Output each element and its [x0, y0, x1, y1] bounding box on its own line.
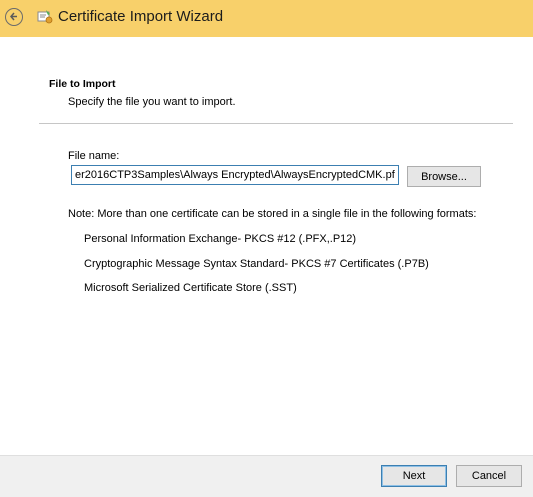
file-name-input[interactable]	[71, 165, 399, 185]
formats-note: Note: More than one certificate can be s…	[68, 208, 477, 220]
format-item-p7b: Cryptographic Message Syntax Standard- P…	[84, 258, 429, 270]
header-divider	[39, 123, 513, 124]
format-item-sst: Microsoft Serialized Certificate Store (…	[84, 282, 297, 294]
back-arrow-icon	[10, 12, 17, 21]
back-button[interactable]	[5, 8, 23, 26]
section-subtitle: Specify the file you want to import.	[68, 96, 236, 108]
section-title: File to Import	[49, 78, 116, 90]
file-name-label: File name:	[68, 150, 120, 162]
footer-bar: Next Cancel	[0, 455, 533, 497]
next-button[interactable]: Next	[381, 465, 447, 487]
format-item-pfx: Personal Information Exchange- PKCS #12 …	[84, 233, 357, 245]
browse-button[interactable]: Browse...	[407, 166, 481, 187]
title-bar: Certificate Import Wizard	[0, 0, 533, 37]
window-title: Certificate Import Wizard	[58, 8, 224, 25]
wizard-content: File to Import Specify the file you want…	[0, 37, 533, 455]
cancel-button[interactable]: Cancel	[456, 465, 522, 487]
certificate-icon	[37, 10, 53, 24]
